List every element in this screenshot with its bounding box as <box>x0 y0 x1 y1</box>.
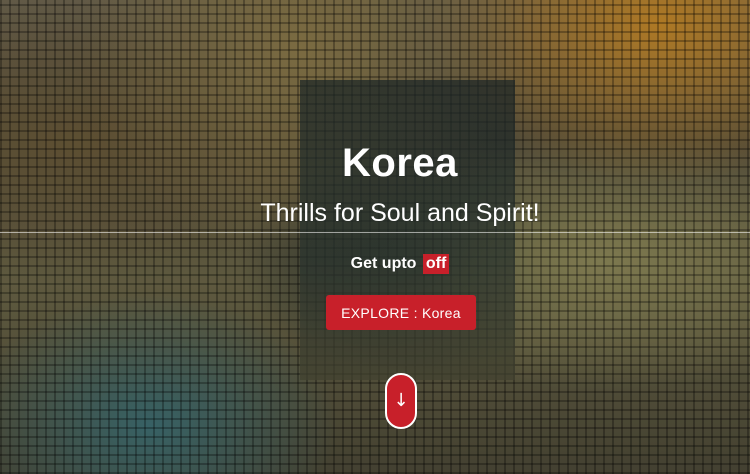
offer-text: Get upto off <box>0 254 750 274</box>
hero-divider <box>0 232 750 233</box>
hero-content: Korea Thrills for Soul and Spirit! Get u… <box>0 0 750 474</box>
offer-prefix: Get upto <box>350 255 417 272</box>
offer-badge: off <box>422 254 450 274</box>
hero-title-wrap: Korea <box>0 141 750 186</box>
arrow-down-icon: ↓ <box>393 390 409 411</box>
hero-banner: Korea Thrills for Soul and Spirit! Get u… <box>0 0 750 474</box>
scroll-down-button[interactable]: ↓ <box>385 373 417 429</box>
hero-subtitle: Thrills for Soul and Spirit! <box>260 199 540 227</box>
explore-button[interactable]: EXPLORE : Korea <box>326 295 476 330</box>
hero-title: Korea <box>342 141 458 185</box>
